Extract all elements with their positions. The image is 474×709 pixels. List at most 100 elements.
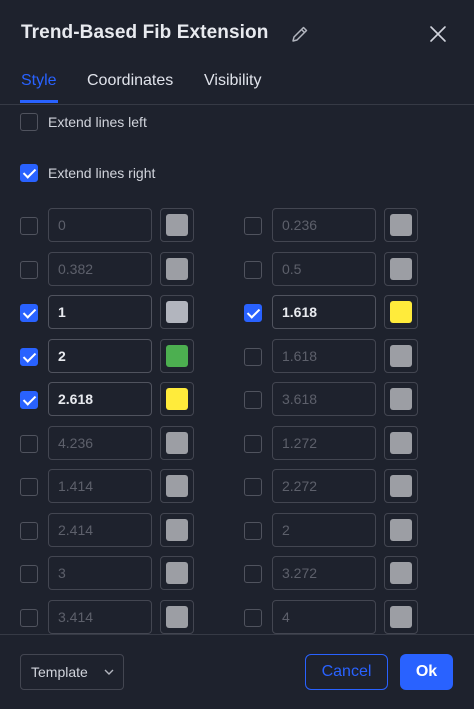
color-swatch: [390, 345, 412, 367]
chevron-down-icon: [104, 669, 114, 675]
level-value-input[interactable]: 3.618: [272, 382, 376, 416]
color-swatch: [390, 519, 412, 541]
level-checkbox[interactable]: [244, 435, 262, 453]
level-value-input[interactable]: 0.5: [272, 252, 376, 286]
color-swatch: [390, 432, 412, 454]
color-swatch: [390, 214, 412, 236]
color-swatch: [166, 562, 188, 584]
level-value-input[interactable]: 3.414: [48, 600, 152, 634]
dialog-title: Trend-Based Fib Extension: [21, 22, 269, 43]
level-color-picker[interactable]: [160, 600, 194, 634]
cancel-button[interactable]: Cancel: [305, 654, 388, 690]
template-dropdown[interactable]: Template: [20, 654, 124, 690]
template-label: Template: [31, 664, 88, 680]
level-value-input[interactable]: 2.272: [272, 469, 376, 503]
color-swatch: [390, 562, 412, 584]
level-checkbox[interactable]: [244, 304, 262, 322]
level-color-picker[interactable]: [384, 252, 418, 286]
level-checkbox[interactable]: [244, 217, 262, 235]
level-checkbox[interactable]: [20, 348, 38, 366]
level-value-input[interactable]: 2: [272, 513, 376, 547]
color-swatch: [390, 301, 412, 323]
level-color-picker[interactable]: [384, 600, 418, 634]
color-swatch: [166, 214, 188, 236]
color-swatch: [166, 475, 188, 497]
level-value-input[interactable]: 1.272: [272, 426, 376, 460]
level-value-input[interactable]: 3.272: [272, 556, 376, 590]
level-color-picker[interactable]: [384, 339, 418, 373]
level-checkbox[interactable]: [20, 478, 38, 496]
color-swatch: [390, 606, 412, 628]
level-value-input[interactable]: 1: [48, 295, 152, 329]
level-checkbox[interactable]: [244, 261, 262, 279]
tab-visibility[interactable]: Visibility: [204, 72, 262, 90]
extend-lines-left-checkbox[interactable]: [20, 113, 38, 131]
level-color-picker[interactable]: [160, 295, 194, 329]
style-panel[interactable]: Extend lines left Extend lines right 0 0.…: [0, 104, 474, 634]
level-checkbox[interactable]: [20, 304, 38, 322]
level-checkbox[interactable]: [20, 522, 38, 540]
level-color-picker[interactable]: [160, 252, 194, 286]
level-value-input[interactable]: 1.414: [48, 469, 152, 503]
level-checkbox[interactable]: [20, 261, 38, 279]
level-color-picker[interactable]: [384, 556, 418, 590]
color-swatch: [166, 258, 188, 280]
extend-lines-left-label: Extend lines left: [48, 114, 147, 130]
level-color-picker[interactable]: [384, 513, 418, 547]
level-value-input[interactable]: 0: [48, 208, 152, 242]
level-value-input[interactable]: 4: [272, 600, 376, 634]
level-checkbox[interactable]: [244, 391, 262, 409]
level-value-input[interactable]: 0.382: [48, 252, 152, 286]
extend-lines-right-label: Extend lines right: [48, 165, 156, 181]
level-color-picker[interactable]: [160, 339, 194, 373]
level-color-picker[interactable]: [160, 469, 194, 503]
color-swatch: [390, 258, 412, 280]
color-swatch: [166, 432, 188, 454]
level-checkbox[interactable]: [244, 609, 262, 627]
color-swatch: [390, 388, 412, 410]
level-checkbox[interactable]: [244, 565, 262, 583]
level-color-picker[interactable]: [160, 556, 194, 590]
dialog-footer: Template Cancel Ok: [0, 634, 474, 709]
level-value-input[interactable]: 1.618: [272, 295, 376, 329]
level-color-picker[interactable]: [384, 469, 418, 503]
extend-lines-right-option[interactable]: Extend lines right: [20, 162, 155, 184]
level-value-input[interactable]: 0.236: [272, 208, 376, 242]
tab-bar: Style Coordinates Visibility: [0, 66, 474, 105]
level-value-input[interactable]: 2.618: [48, 382, 152, 416]
level-checkbox[interactable]: [244, 348, 262, 366]
level-color-picker[interactable]: [384, 295, 418, 329]
level-checkbox[interactable]: [244, 522, 262, 540]
level-checkbox[interactable]: [20, 435, 38, 453]
color-swatch: [166, 606, 188, 628]
level-color-picker[interactable]: [160, 208, 194, 242]
color-swatch: [166, 301, 188, 323]
extend-lines-left-option[interactable]: Extend lines left: [20, 111, 147, 133]
level-checkbox[interactable]: [20, 565, 38, 583]
level-value-input[interactable]: 3: [48, 556, 152, 590]
tab-coordinates[interactable]: Coordinates: [87, 72, 173, 90]
close-icon[interactable]: [426, 22, 450, 46]
level-value-input[interactable]: 2.414: [48, 513, 152, 547]
level-color-picker[interactable]: [160, 513, 194, 547]
tab-style[interactable]: Style: [21, 72, 57, 90]
level-value-input[interactable]: 2: [48, 339, 152, 373]
ok-button[interactable]: Ok: [400, 654, 453, 690]
extend-lines-right-checkbox[interactable]: [20, 164, 38, 182]
color-swatch: [166, 345, 188, 367]
level-checkbox[interactable]: [20, 391, 38, 409]
pencil-icon[interactable]: [290, 24, 310, 44]
level-color-picker[interactable]: [384, 208, 418, 242]
level-value-input[interactable]: 1.618: [272, 339, 376, 373]
level-checkbox[interactable]: [20, 217, 38, 235]
color-swatch: [166, 519, 188, 541]
level-color-picker[interactable]: [384, 426, 418, 460]
level-checkbox[interactable]: [244, 478, 262, 496]
level-color-picker[interactable]: [160, 426, 194, 460]
color-swatch: [390, 475, 412, 497]
level-checkbox[interactable]: [20, 609, 38, 627]
level-value-input[interactable]: 4.236: [48, 426, 152, 460]
color-swatch: [166, 388, 188, 410]
level-color-picker[interactable]: [384, 382, 418, 416]
level-color-picker[interactable]: [160, 382, 194, 416]
